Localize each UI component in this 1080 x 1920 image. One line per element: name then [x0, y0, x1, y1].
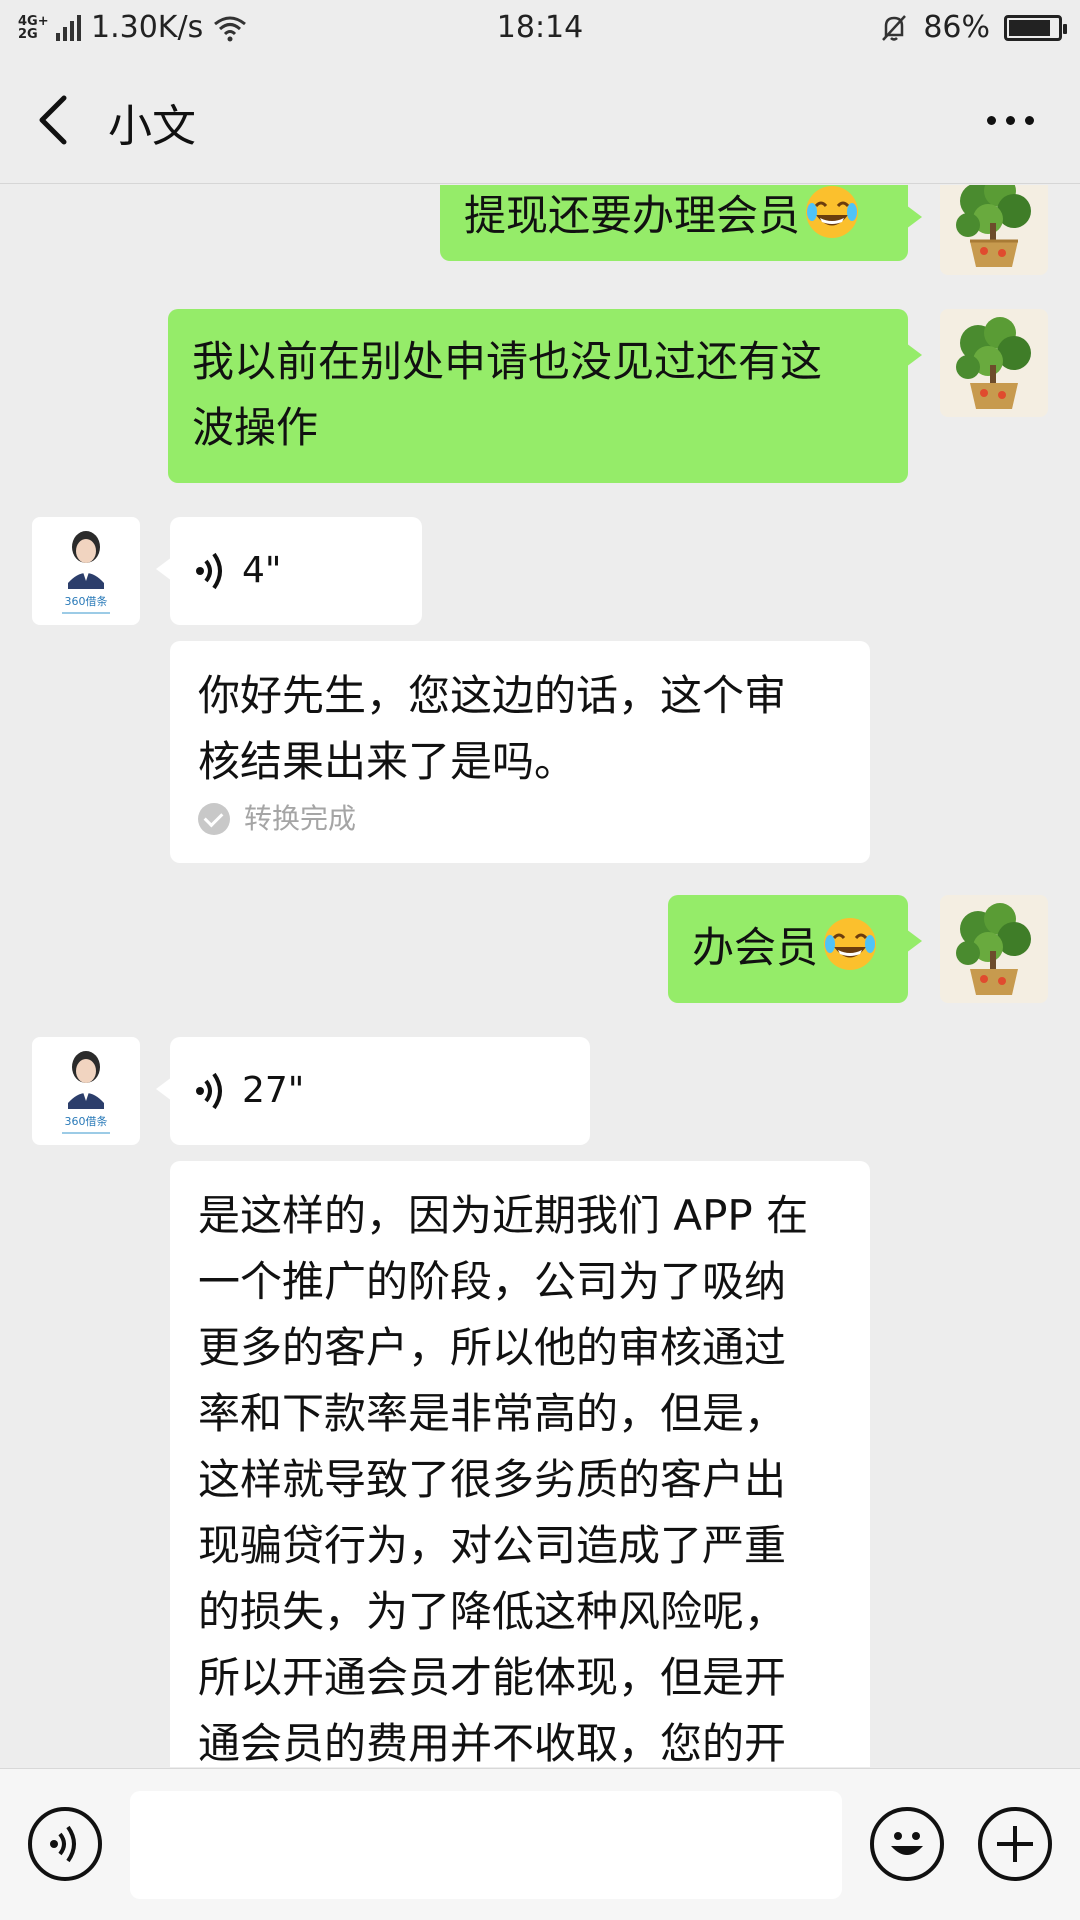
emoji-button[interactable] [870, 1807, 944, 1881]
my-avatar[interactable] [940, 309, 1048, 417]
message-text-line: 我以前在别处申请也没见过还有这 [192, 337, 823, 386]
message-text: 提现还要办理会员 [464, 191, 801, 240]
brand-logo-text: 360借条 [65, 1114, 108, 1128]
battery-level [1009, 19, 1051, 36]
transcript-line: 现骗贷行为，对公司造成了严重 [198, 1521, 787, 1570]
transcript-line: 更多的客户，所以他的审核通过 [198, 1323, 787, 1372]
back-arrow-icon[interactable] [30, 92, 80, 148]
mute-bell-icon [882, 14, 907, 41]
voice-message-bubble[interactable]: 4" [156, 517, 422, 625]
message-text: 办会员 [692, 923, 819, 972]
message-input-bar [0, 1768, 1080, 1920]
woman-portrait-avatar-icon: 360借条 [32, 517, 140, 625]
message-list[interactable]: 提现还要办理会员 我以前在别处申请也没见过还有这 波操作 360借条 4" 你好… [0, 185, 1080, 1767]
transcript-line: 核结果出来了是吗。 [198, 737, 577, 786]
potted-plant-avatar-icon [940, 895, 1048, 1003]
message-bubble-sent[interactable]: 提现还要办理会员 [440, 185, 922, 261]
voice-transcript-bubble[interactable]: 你好先生，您这边的话，这个审 核结果出来了是吗。 转换完成 [170, 641, 870, 863]
voice-message: 4" [194, 539, 398, 603]
transcript-line: 这样就导致了很多劣质的客户出 [198, 1455, 787, 1504]
tears-of-joy-emoji-icon [806, 186, 859, 238]
transcript-line: 的损失，为了降低这种风险呢， [198, 1587, 787, 1636]
transcript-line: 一个推广的阶段，公司为了吸纳 [198, 1257, 787, 1306]
contact-avatar[interactable]: 360借条 [32, 1037, 140, 1145]
contact-avatar[interactable]: 360借条 [32, 517, 140, 625]
message-bubble-sent[interactable]: 办会员 [668, 895, 922, 1003]
tears-of-joy-emoji-icon [824, 918, 877, 970]
transcript-line: 是这样的，因为近期我们 APP 在 [198, 1191, 809, 1240]
voice-input-button[interactable] [28, 1807, 102, 1881]
smiley-face-icon [891, 1832, 923, 1855]
status-bar: 4G+ 2G 1.30K/s 18:14 86% [0, 0, 1080, 56]
more-functions-button[interactable] [978, 1807, 1052, 1881]
more-options-icon[interactable] [980, 102, 1040, 138]
woman-portrait-avatar-icon: 360借条 [32, 1037, 140, 1145]
check-circle-icon [198, 803, 230, 835]
battery-icon [1004, 14, 1067, 41]
voice-message-bubble[interactable]: 27" [156, 1037, 590, 1145]
voice-wave-icon [196, 1072, 222, 1110]
voice-duration: 4" [242, 550, 282, 591]
battery-percent: 86% [923, 10, 990, 45]
transcript-status-label: 转换完成 [244, 802, 357, 835]
transcript-line: 率和下款率是非常高的，但是， [198, 1389, 787, 1438]
my-avatar[interactable] [940, 895, 1048, 1003]
transcript-lines: 是这样的，因为近期我们 APP 在一个推广的阶段，公司为了吸纳 更多的客户，所以他… [198, 1183, 842, 1767]
transcript-status: 转换完成 [198, 799, 842, 839]
my-avatar[interactable] [940, 185, 1048, 275]
chat-header: 小文 [0, 56, 1080, 184]
status-right: 86% [879, 10, 1067, 45]
voice-message: 27" [194, 1059, 566, 1123]
transcript-line: 通会员的费用并不收取，您的开 [198, 1719, 787, 1767]
message-bubble-sent[interactable]: 我以前在别处申请也没见过还有这 波操作 [168, 309, 922, 483]
transcript-line: 所以开通会员才能体现，但是开 [198, 1653, 787, 1702]
chat-title: 小文 [108, 101, 196, 152]
potted-plant-avatar-icon [940, 309, 1048, 417]
voice-wave-icon [50, 1825, 76, 1863]
voice-transcript-bubble[interactable]: 是这样的，因为近期我们 APP 在一个推广的阶段，公司为了吸纳 更多的客户，所以他… [170, 1161, 870, 1767]
transcript-line: 你好先生，您这边的话，这个审 [198, 671, 787, 720]
voice-wave-icon [196, 552, 222, 590]
brand-logo-text: 360借条 [65, 594, 108, 608]
plus-icon [997, 1826, 1033, 1862]
message-text-line: 波操作 [192, 403, 319, 452]
message-text-input[interactable] [130, 1791, 842, 1899]
voice-duration: 27" [242, 1070, 305, 1111]
potted-plant-avatar-icon [940, 185, 1048, 275]
